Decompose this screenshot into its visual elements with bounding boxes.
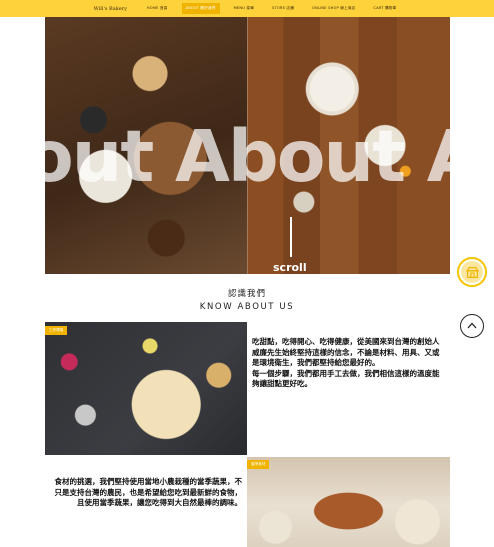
cart-icon-background xyxy=(461,261,483,283)
floating-cart-button[interactable] xyxy=(457,257,487,287)
about-title-cn: 認識我們 xyxy=(227,289,266,299)
chevron-up-icon xyxy=(467,322,477,329)
about-title-en: KNOW ABOUT US xyxy=(199,302,295,312)
hero-about-text: out About Abo xyxy=(45,115,450,198)
tag-seasonal-ingredients: 當季食材 xyxy=(247,460,270,469)
about-paragraph-ingredients: 食材的挑選，我們堅持使用當地小農栽種的當季蔬果，不只是支持台灣的農民，也是希望給… xyxy=(48,477,243,509)
nav-item-menu[interactable]: MENU 菜單 xyxy=(230,3,258,14)
nav-item-home[interactable]: HOME 首頁 xyxy=(143,3,172,14)
hero-banner: out About Abo scroll xyxy=(45,17,450,274)
nav-item-cart[interactable]: CART 購物車 xyxy=(369,3,400,14)
about-heading: 認識我們 KNOW ABOUT US xyxy=(0,287,494,312)
about-paragraph-ingredients-text: 食材的挑選，我們堅持使用當地小農栽種的當季蔬果，不只是支持台灣的農民，也是希望給… xyxy=(54,477,243,507)
scroll-label[interactable]: scroll xyxy=(273,261,307,274)
baking-workspace-image xyxy=(45,322,247,455)
spices-image xyxy=(247,457,450,547)
brand-logo[interactable]: Will's Bakery xyxy=(94,6,127,12)
tag-work-environment: 工作環境 xyxy=(45,326,68,335)
scroll-indicator-line xyxy=(290,217,292,257)
about-paragraph-quality-text: 吃甜點，吃得開心、吃得健康，從美國來到台灣的創始人威廉先生始終堅持這樣的信念，不… xyxy=(252,337,440,388)
nav-item-store[interactable]: STORE 店舖 xyxy=(268,3,298,14)
about-paragraph-quality: 吃甜點，吃得開心、吃得健康，從美國來到台灣的創始人威廉先生始終堅持這樣的信念，不… xyxy=(252,337,446,390)
cart-icon xyxy=(465,266,479,278)
top-nav: Will's Bakery HOME 首頁 ABOUT 關於我們 MENU 菜單… xyxy=(0,0,494,17)
nav-item-about[interactable]: ABOUT 關於我們 xyxy=(181,3,220,14)
nav-item-online-shop[interactable]: ONLINE SHOP 線上商店 xyxy=(308,3,359,14)
back-to-top-button[interactable] xyxy=(460,314,484,338)
